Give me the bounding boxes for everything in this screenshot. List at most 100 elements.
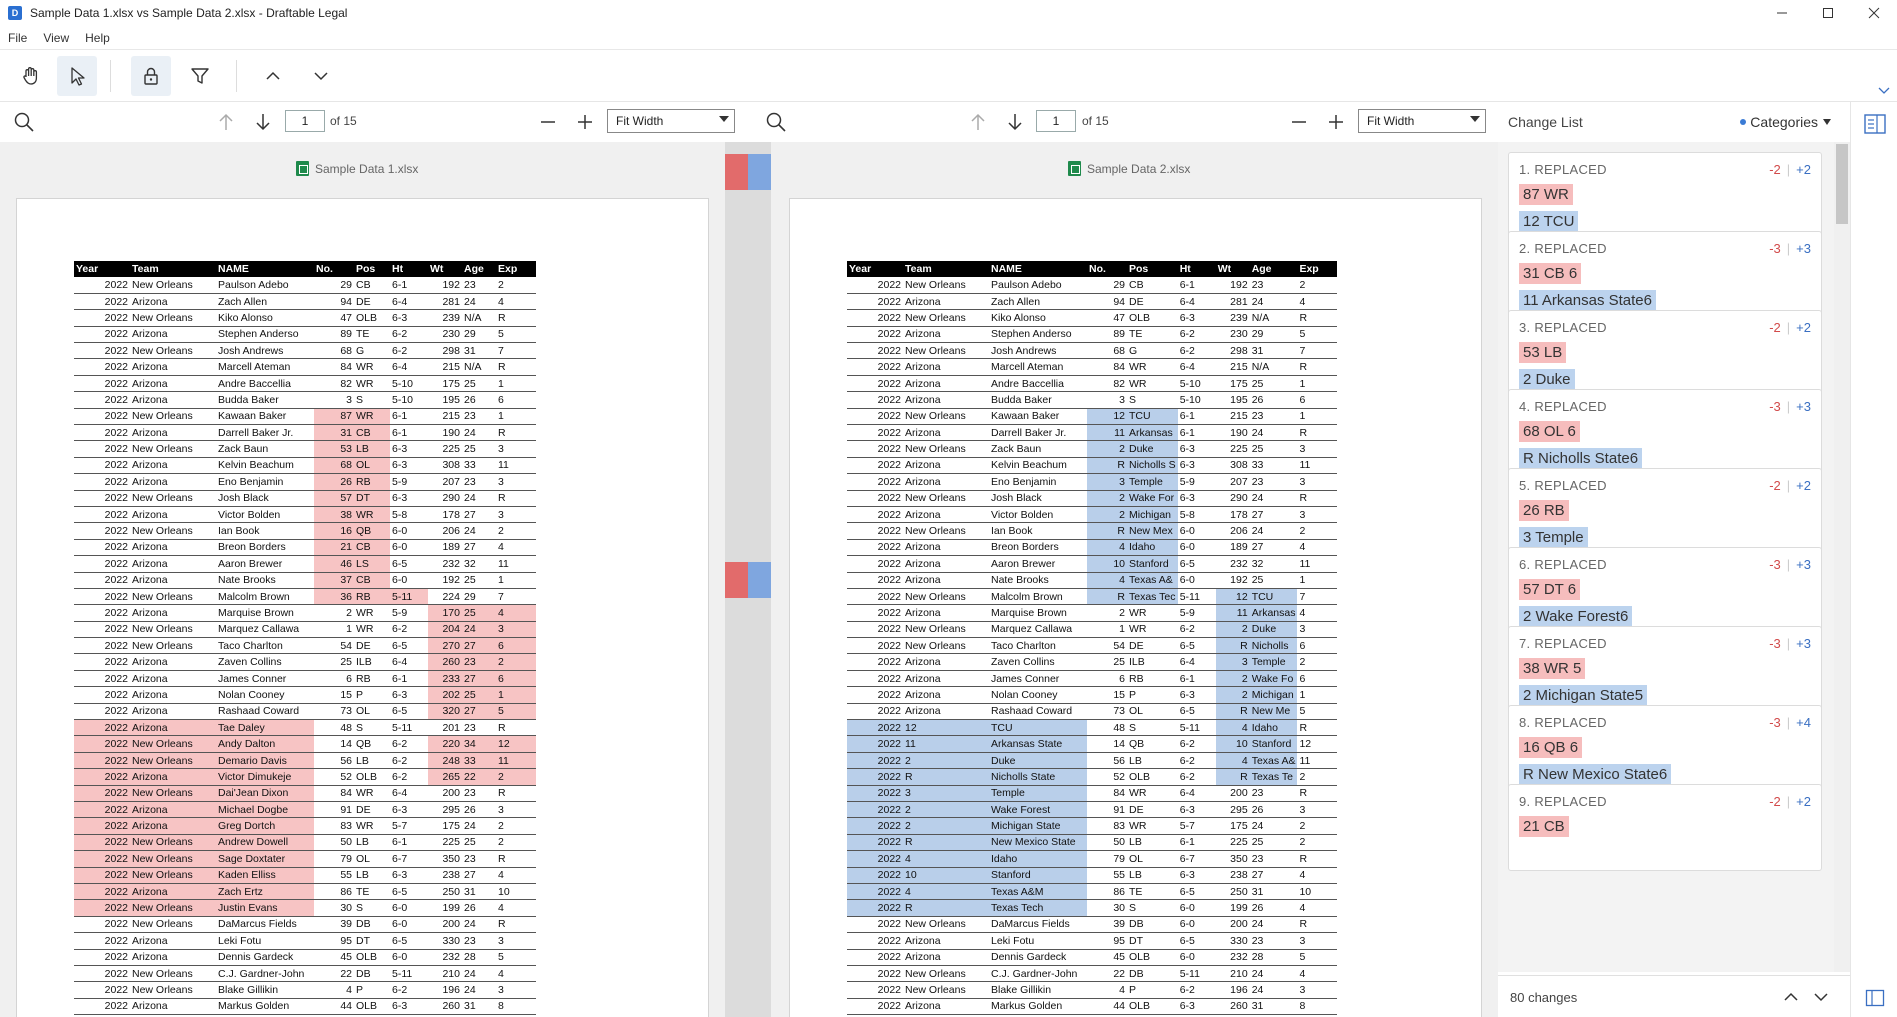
right-next-page-button[interactable] <box>1003 110 1027 134</box>
cell-year: 2022 <box>847 686 903 704</box>
right-zoom-select[interactable]: Fit Width <box>1358 109 1486 133</box>
filter-button[interactable] <box>180 56 220 96</box>
cell-weight: 192 <box>428 277 462 294</box>
cell-team: New Orleans <box>130 637 216 655</box>
left-prev-page-button[interactable] <box>214 110 238 134</box>
cell-weight: 298 <box>428 342 462 360</box>
inserted-text: 3 Temple <box>1519 527 1588 548</box>
cell-position: P <box>354 981 390 999</box>
left-filename: Sample Data 1.xlsx <box>296 161 418 176</box>
deletion-marker[interactable] <box>725 154 748 190</box>
right-page-input[interactable]: 1 <box>1036 110 1076 132</box>
cell-position: S <box>1127 719 1178 737</box>
cell-experience: R <box>1297 850 1338 868</box>
cell-number: 54 <box>314 637 354 655</box>
close-window-button[interactable] <box>1851 0 1897 26</box>
change-overview-ribbon[interactable] <box>725 142 771 1017</box>
cell-team: Arizona <box>130 817 216 835</box>
right-search-button[interactable] <box>764 110 788 134</box>
toggle-change-list-button[interactable] <box>1863 112 1887 136</box>
cell-age: 26 <box>1249 391 1298 409</box>
window-title: Sample Data 1.xlsx vs Sample Data 2.xlsx… <box>30 6 348 20</box>
categories-dropdown[interactable]: Categories <box>1740 114 1832 130</box>
cell-weight: 350 <box>1215 850 1250 868</box>
cell-height: 6-3 <box>1177 309 1216 327</box>
left-zoom-select[interactable]: Fit Width <box>607 109 735 133</box>
cell-number: 91 <box>314 801 354 819</box>
cell-height: 6-4 <box>1177 293 1216 311</box>
maximize-button[interactable] <box>1805 0 1851 26</box>
change-item[interactable]: 6. REPLACED -3 | +3 57 DT 6 2 Wake Forest6 <box>1508 547 1822 634</box>
previous-change-footer-button[interactable] <box>1782 988 1800 1006</box>
collapse-toolbar-button[interactable] <box>1876 82 1892 98</box>
cell-position: P <box>1127 686 1178 704</box>
cell-position: WR <box>1127 785 1178 803</box>
toggle-sidebar-button[interactable] <box>1864 987 1886 1009</box>
right-prev-page-button[interactable] <box>966 110 990 134</box>
cell-weight: R <box>1215 768 1250 786</box>
change-item[interactable]: 9. REPLACED -2 | +2 21 CB <box>1508 784 1822 871</box>
select-tool-button[interactable] <box>57 56 97 96</box>
cell-number: 3 <box>314 391 354 409</box>
lock-scroll-button[interactable] <box>131 56 171 96</box>
change-item[interactable]: 4. REPLACED -3 | +3 68 OL 6 R Nicholls State6 <box>1508 389 1822 476</box>
next-change-footer-button[interactable] <box>1812 988 1830 1006</box>
menu-view[interactable]: View <box>35 31 77 45</box>
menu-help[interactable]: Help <box>77 31 118 45</box>
previous-change-button[interactable] <box>253 56 293 96</box>
change-counts: -2 | +2 <box>1769 162 1811 177</box>
change-item[interactable]: 3. REPLACED -2 | +2 53 LB 2 Duke <box>1508 310 1822 397</box>
cell-weight: 202 <box>428 686 462 704</box>
table-row: 2022 Arizona Stephen Anderso 89 TE 6-2 230 29 5 <box>74 326 536 344</box>
minimize-button[interactable] <box>1759 0 1805 26</box>
cell-number: 46 <box>314 555 354 573</box>
insertion-marker[interactable] <box>748 562 771 598</box>
cell-position: OL <box>1127 850 1178 868</box>
right-zoom-out-button[interactable] <box>1287 110 1311 134</box>
change-counts: -2 | +2 <box>1769 320 1811 335</box>
change-item[interactable]: 1. REPLACED -2 | +2 87 WR 12 TCU <box>1508 152 1822 239</box>
cell-name: Stephen Anderso <box>989 326 1087 344</box>
count-separator: | <box>1786 162 1791 177</box>
change-item[interactable]: 7. REPLACED -3 | +3 38 WR 5 2 Michigan State5 <box>1508 626 1822 713</box>
scrollbar-thumb[interactable] <box>1836 144 1848 224</box>
left-next-page-button[interactable] <box>251 110 275 134</box>
menu-file[interactable]: File <box>0 31 35 45</box>
table-row: 2022 Arizona Kelvin Beachum R Nicholls S 6-3 3… <box>847 457 1338 475</box>
cell-team: New Orleans <box>130 735 216 753</box>
right-zoom-in-button[interactable] <box>1324 110 1348 134</box>
left-search-button[interactable] <box>12 110 36 134</box>
cell-year: 2022 <box>847 539 903 557</box>
cell-year: 2022 <box>847 473 903 491</box>
change-list[interactable]: 1. REPLACED -2 | +2 87 WR 12 TCU 2. REPLACED -3… <box>1498 142 1838 972</box>
cell-year: 2022 <box>74 998 130 1016</box>
cell-name: Ian Book <box>216 522 314 540</box>
change-item[interactable]: 5. REPLACED -2 | +2 26 RB 3 Temple <box>1508 468 1822 555</box>
cell-name: Blake Gillikin <box>216 981 314 999</box>
left-zoom-in-button[interactable] <box>573 110 597 134</box>
cell-weight: 204 <box>428 621 462 639</box>
cell-weight: 260 <box>428 998 462 1016</box>
change-item[interactable]: 8. REPLACED -3 | +4 16 QB 6 R New Mexico Stat… <box>1508 705 1822 792</box>
deletion-marker[interactable] <box>725 562 748 598</box>
cell-name: Andy Dalton <box>216 735 314 753</box>
left-page-input[interactable]: 1 <box>285 110 325 132</box>
cell-position: WR <box>354 621 390 639</box>
change-item[interactable]: 2. REPLACED -3 | +3 31 CB 6 11 Arkansas State… <box>1508 231 1822 318</box>
pan-tool-button[interactable] <box>11 56 51 96</box>
cell-position: WR <box>354 604 390 622</box>
cell-name: Greg Dortch <box>216 817 314 835</box>
left-zoom-out-button[interactable] <box>536 110 560 134</box>
cell-name: Wake Forest <box>989 801 1087 819</box>
cell-position: DE <box>1127 293 1178 311</box>
insertion-marker[interactable] <box>748 154 771 190</box>
cell-experience: 2 <box>1297 653 1338 671</box>
cell-number: 15 <box>314 686 354 704</box>
next-change-button[interactable] <box>301 56 341 96</box>
cell-team: New Orleans <box>130 309 216 327</box>
cell-name: Zack Baun <box>989 440 1087 458</box>
cell-name: James Conner <box>989 670 1087 688</box>
cell-age: 27 <box>1249 506 1298 524</box>
change-list-scrollbar[interactable] <box>1834 142 1850 972</box>
cell-experience: 4 <box>1297 899 1338 917</box>
